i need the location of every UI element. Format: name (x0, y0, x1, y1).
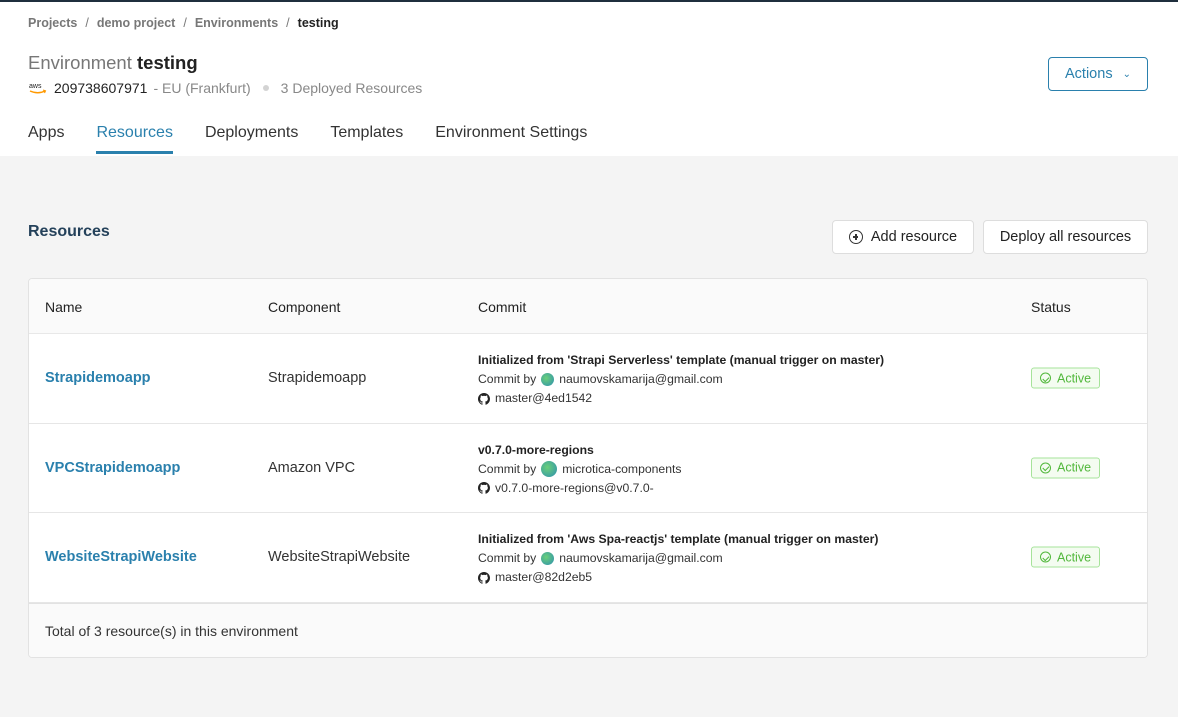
tab-deployments[interactable]: Deployments (205, 124, 298, 152)
github-icon (478, 571, 490, 584)
commit-ref: master@82d2eb5 (495, 570, 593, 584)
commit-ref: v0.7.0-more-regions@v0.7.0- (495, 480, 654, 495)
deployed-resources-count: 3 Deployed Resources (280, 80, 423, 96)
table-row: Strapidemoapp Strapidemoapp Initialized … (29, 334, 1147, 424)
author-avatar (541, 373, 555, 386)
commit-message: Initialized from 'Aws Spa-reactjs' templ… (478, 532, 879, 546)
environment-name: testing (137, 52, 198, 73)
plus-circle-icon (848, 230, 863, 244)
status-label: Active (1057, 371, 1092, 386)
resource-name-link[interactable]: WebsiteStrapiWebsite (45, 549, 197, 565)
environment-meta: aws 209738607971 - EU (Frankfurt) 3 Depl… (28, 80, 422, 96)
status-cell: Active (1031, 457, 1101, 479)
commit-ref: master@4ed1542 (495, 391, 593, 405)
status-cell: Active (1031, 367, 1101, 389)
tab-apps[interactable]: Apps (28, 124, 64, 152)
resource-component: Amazon VPC (268, 459, 356, 476)
status-label: Active (1057, 460, 1092, 475)
commit-by-label: Commit by (478, 551, 537, 565)
account-id: 209738607971 (54, 80, 148, 96)
add-resource-label: Add resource (870, 229, 958, 245)
deploy-all-label: Deploy all resources (999, 229, 1132, 245)
commit-author: naumovskamarija@gmail.com (559, 372, 723, 386)
svg-text:aws: aws (29, 83, 42, 90)
resource-component: Strapidemoapp (268, 370, 367, 387)
commit-by-label: Commit by (478, 461, 537, 476)
status-cell: Active (1031, 546, 1101, 568)
commit-info: Initialized from 'Aws Spa-reactjs' templ… (478, 530, 878, 587)
environment-tabs: Apps Resources Deployments Templates Env… (28, 124, 587, 154)
column-header-status: Status (1031, 299, 1071, 315)
commit-ref-line: master@82d2eb5 (478, 568, 878, 587)
status-badge: Active (1031, 457, 1101, 479)
breadcrumb: Projects / demo project / Environments /… (28, 16, 339, 30)
environment-header: Projects / demo project / Environments /… (0, 2, 1178, 156)
title-prefix: Environment (28, 52, 132, 73)
actions-button[interactable]: Actions ⌄ (1048, 57, 1148, 91)
table-row: VPCStrapidemoapp Amazon VPC v0.7.0-more-… (29, 424, 1147, 513)
github-icon (478, 392, 490, 405)
status-badge: Active (1031, 546, 1101, 568)
breadcrumb-current: testing (297, 16, 339, 30)
commit-author: microtica-components (562, 461, 682, 476)
commit-author-line: Commit by naumovskamarija@gmail.com (478, 549, 878, 568)
breadcrumb-environments[interactable]: Environments (195, 16, 278, 30)
author-avatar (541, 461, 558, 477)
resource-component: WebsiteStrapiWebsite (268, 549, 411, 566)
table-footer: Total of 3 resource(s) in this environme… (29, 603, 1147, 657)
commit-message: v0.7.0-more-regions (478, 442, 594, 457)
resource-name-link[interactable]: VPCStrapidemoapp (45, 460, 180, 476)
commit-author-line: Commit by microtica-components (478, 460, 681, 479)
breadcrumb-separator: / (286, 16, 290, 30)
commit-message: Initialized from 'Strapi Serverless' tem… (478, 353, 885, 367)
status-label: Active (1057, 550, 1092, 565)
commit-author-line: Commit by naumovskamarija@gmail.com (478, 370, 884, 389)
deploy-all-resources-button[interactable]: Deploy all resources (983, 220, 1148, 254)
table-header: Name Component Commit Status (29, 279, 1147, 334)
commit-info: Initialized from 'Strapi Serverless' tem… (478, 351, 884, 408)
commit-author: naumovskamarija@gmail.com (559, 551, 723, 565)
commit-info: v0.7.0-more-regions Commit by microtica-… (478, 441, 681, 498)
tab-resources[interactable]: Resources (96, 124, 174, 154)
breadcrumb-demo-project[interactable]: demo project (97, 16, 176, 30)
column-header-name: Name (45, 299, 83, 315)
region: - EU (Frankfurt) (153, 80, 251, 96)
chevron-down-icon: ⌄ (1122, 68, 1131, 80)
separator-dot (262, 85, 269, 91)
breadcrumb-projects[interactable]: Projects (28, 16, 77, 30)
status-badge: Active (1031, 367, 1101, 389)
commit-ref-line: master@4ed1542 (478, 389, 884, 408)
breadcrumb-separator: / (183, 16, 187, 30)
tab-environment-settings[interactable]: Environment Settings (435, 124, 587, 152)
github-icon (478, 482, 490, 494)
table-row: WebsiteStrapiWebsite WebsiteStrapiWebsit… (29, 513, 1147, 603)
column-header-commit: Commit (478, 299, 527, 315)
add-resource-button[interactable]: Add resource (832, 220, 974, 254)
column-header-component: Component (268, 299, 341, 315)
resources-table: Name Component Commit Status Strapidemoa… (28, 278, 1148, 658)
commit-by-label: Commit by (478, 372, 537, 386)
resource-name-link[interactable]: Strapidemoapp (45, 370, 151, 386)
page-title: Environment testing (28, 52, 198, 74)
check-circle-icon (1040, 462, 1051, 474)
breadcrumb-separator: / (85, 16, 89, 30)
check-circle-icon (1040, 551, 1051, 563)
commit-ref-line: v0.7.0-more-regions@v0.7.0- (478, 479, 681, 498)
actions-label: Actions (1065, 66, 1113, 82)
aws-logo-icon: aws (29, 83, 47, 94)
check-circle-icon (1040, 372, 1051, 384)
section-title: Resources (28, 223, 110, 240)
author-avatar (541, 552, 555, 565)
tab-templates[interactable]: Templates (330, 124, 403, 152)
